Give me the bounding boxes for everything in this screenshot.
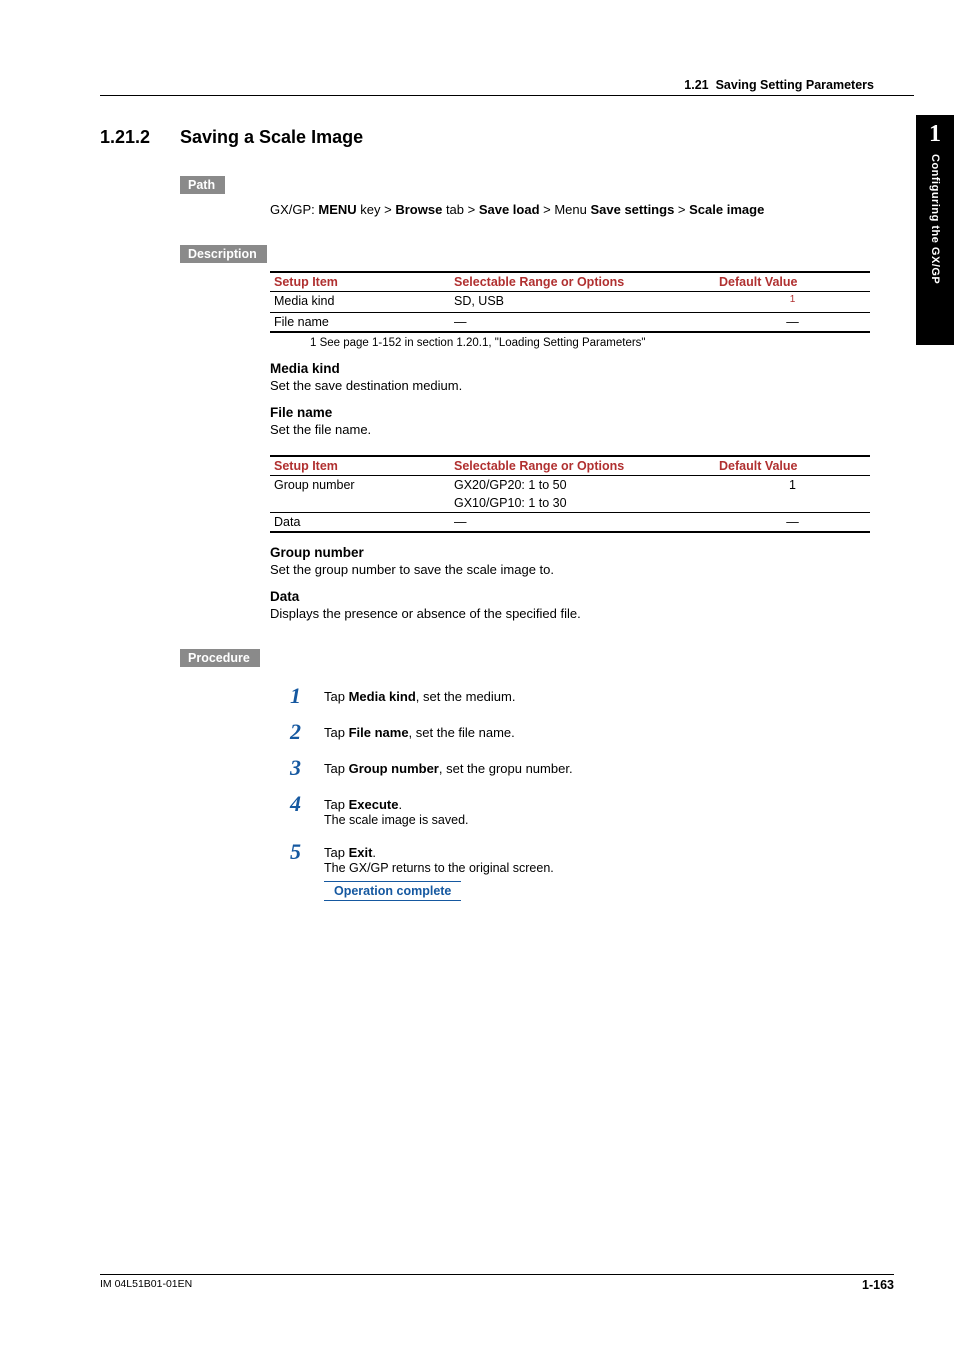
procedure-step-1: 1 Tap Media kind, set the medium. [290, 685, 914, 707]
subhead-data: Data [270, 589, 914, 604]
th-range: Selectable Range or Options [450, 272, 715, 292]
procedure-step-4: 4 Tap Execute. The scale image is saved. [290, 793, 914, 827]
th-default: Default Value [715, 272, 870, 292]
table-row: Data — — [270, 513, 870, 533]
th-setup-item: Setup Item [270, 456, 450, 476]
subhead-group-number: Group number [270, 545, 914, 560]
path-breadcrumb: GX/GP: MENU key > Browse tab > Save load… [270, 202, 914, 217]
step-number: 3 [290, 757, 324, 779]
table-row: Group number GX20/GP20: 1 to 50 1 [270, 476, 870, 495]
chapter-num: 1 [916, 121, 954, 148]
step-number: 4 [290, 793, 324, 815]
footer-doc-id: IM 04L51B01-01EN [100, 1278, 192, 1290]
step-subtext: The scale image is saved. [324, 813, 469, 827]
step-number: 2 [290, 721, 324, 743]
setup-table-1: Setup Item Selectable Range or Options D… [270, 271, 870, 333]
chapter-tab: 1 Configuring the GX/GP [916, 115, 954, 345]
procedure-label: Procedure [180, 649, 260, 667]
table-row: Media kind SD, USB 1 [270, 292, 870, 313]
section-title: Saving a Scale Image [180, 127, 363, 148]
subtext-group-number: Set the group number to save the scale i… [270, 562, 914, 577]
description-label: Description [180, 245, 267, 263]
subtext-file-name: Set the file name. [270, 422, 914, 437]
step-subtext: The GX/GP returns to the original screen… [324, 861, 554, 875]
chapter-label: Configuring the GX/GP [929, 154, 941, 284]
path-label: Path [180, 176, 225, 194]
step-number: 5 [290, 841, 324, 863]
page: 1.21 Saving Setting Parameters 1 Configu… [0, 0, 954, 1350]
procedure-step-3: 3 Tap Group number, set the gropu number… [290, 757, 914, 779]
subtext-media-kind: Set the save destination medium. [270, 378, 914, 393]
section-heading: 1.21.2 Saving a Scale Image [100, 127, 914, 148]
footer-page-number: 1-163 [862, 1278, 894, 1292]
th-range: Selectable Range or Options [450, 456, 715, 476]
subhead-media-kind: Media kind [270, 361, 914, 376]
description-block: Setup Item Selectable Range or Options D… [270, 271, 914, 621]
th-setup-item: Setup Item [270, 272, 450, 292]
table-row: GX10/GP10: 1 to 30 [270, 494, 870, 513]
table-row: File name — — [270, 313, 870, 333]
procedure-list: 1 Tap Media kind, set the medium. 2 Tap … [290, 685, 914, 901]
footnote-1: 1 See page 1-152 in section 1.20.1, "Loa… [310, 337, 914, 349]
subhead-file-name: File name [270, 405, 914, 420]
section-number: 1.21.2 [100, 127, 180, 148]
procedure-step-2: 2 Tap File name, set the file name. [290, 721, 914, 743]
running-head: 1.21 Saving Setting Parameters [684, 78, 874, 92]
procedure-step-5: 5 Tap Exit. The GX/GP returns to the ori… [290, 841, 914, 901]
running-head-title: Saving Setting Parameters [716, 78, 874, 92]
top-rule [100, 95, 914, 96]
subtext-data: Displays the presence or absence of the … [270, 606, 914, 621]
running-head-num: 1.21 [684, 78, 708, 92]
page-footer: IM 04L51B01-01EN 1-163 [100, 1274, 894, 1292]
th-default: Default Value [715, 456, 870, 476]
setup-table-2: Setup Item Selectable Range or Options D… [270, 455, 870, 533]
operation-complete-badge: Operation complete [324, 881, 461, 901]
step-number: 1 [290, 685, 324, 707]
